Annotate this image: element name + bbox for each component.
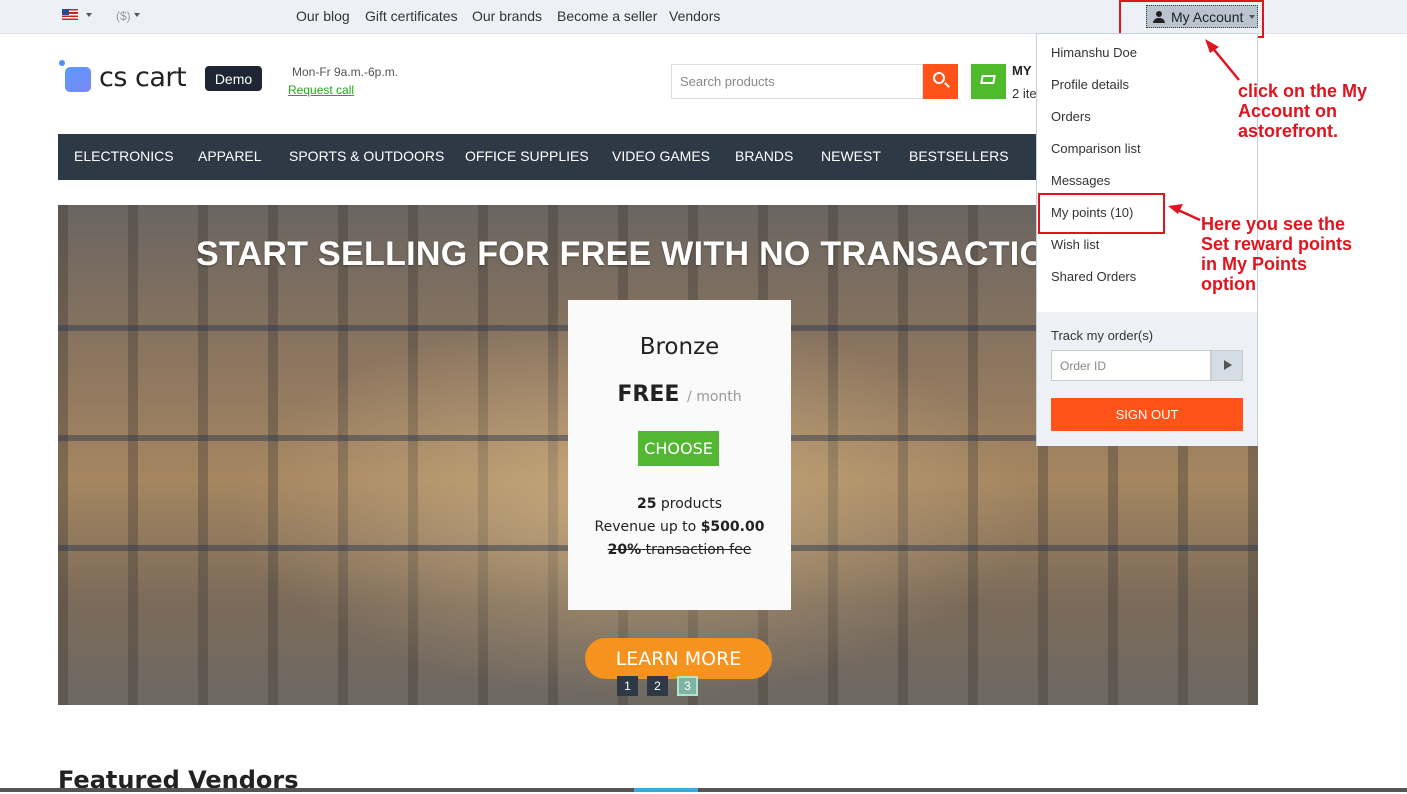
- annotation-line: Set reward points: [1201, 234, 1353, 254]
- annotation-line: astorefront.: [1238, 121, 1339, 141]
- annotation-line: in My Points: [1201, 254, 1308, 274]
- arrow-line: [1210, 45, 1240, 81]
- arrow-line: [1177, 208, 1201, 222]
- annotation-line: Account on: [1238, 101, 1337, 121]
- annotation-arrows: [1168, 39, 1240, 222]
- annotation-points: Here you see the Set reward points in My…: [1201, 214, 1352, 294]
- arrowhead-icon: [1205, 39, 1219, 53]
- annotation-line: option: [1201, 274, 1256, 294]
- annotation-account: click on the My Account on astorefront.: [1238, 81, 1367, 141]
- annotation-line: click on the My: [1238, 81, 1368, 101]
- annotation-line: Here you see the: [1201, 214, 1346, 234]
